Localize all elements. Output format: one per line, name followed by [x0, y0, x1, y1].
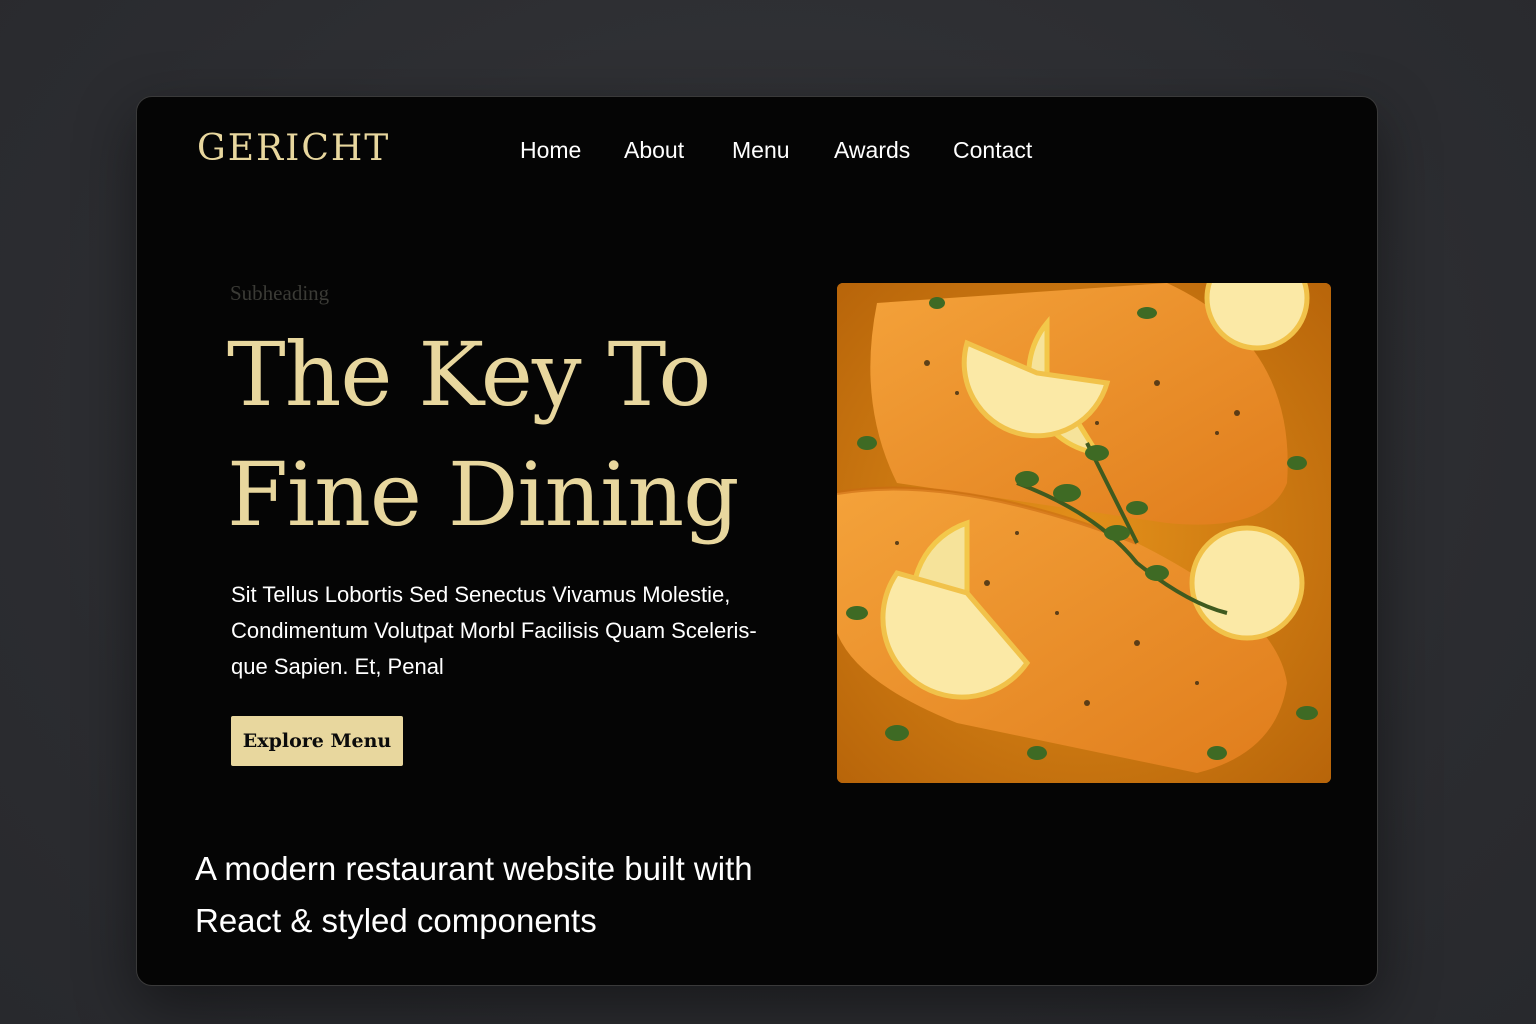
- hero-description-line3: que Sapien. Et, Penal: [231, 654, 444, 679]
- explore-menu-button[interactable]: Explore Menu: [231, 716, 403, 766]
- nav-link-menu[interactable]: Menu: [732, 135, 790, 165]
- hero-headline-line1: The Key To: [227, 323, 711, 426]
- nav-link-awards[interactable]: Awards: [834, 135, 910, 165]
- hero-description-line2: Condimentum Volutpat Morbl Facilisis Qua…: [231, 618, 757, 643]
- hero-description-line1: Sit Tellus Lobortis Sed Senectus Vivamus…: [231, 582, 731, 607]
- project-caption-line1: A modern restaurant website built with: [195, 850, 753, 887]
- nav-link-about[interactable]: About: [624, 135, 684, 165]
- project-caption: A modern restaurant website built with R…: [195, 843, 855, 947]
- hero-description: Sit Tellus Lobortis Sed Senectus Vivamus…: [231, 577, 801, 685]
- hero-headline-line2: Fine Dining: [227, 443, 739, 546]
- hero-subheading: Subheading: [230, 281, 330, 305]
- salmon-dish-illustration: [837, 283, 1331, 783]
- landing-page-card: GERICHT Home About Menu Awards Contact S…: [136, 96, 1378, 986]
- nav-link-home[interactable]: Home: [520, 135, 581, 165]
- nav-link-contact[interactable]: Contact: [953, 135, 1032, 165]
- site-logo[interactable]: GERICHT: [197, 127, 390, 171]
- hero-headline: The Key To Fine Dining: [227, 315, 827, 555]
- hero-food-image: [837, 283, 1331, 783]
- project-caption-line2: React & styled components: [195, 902, 597, 939]
